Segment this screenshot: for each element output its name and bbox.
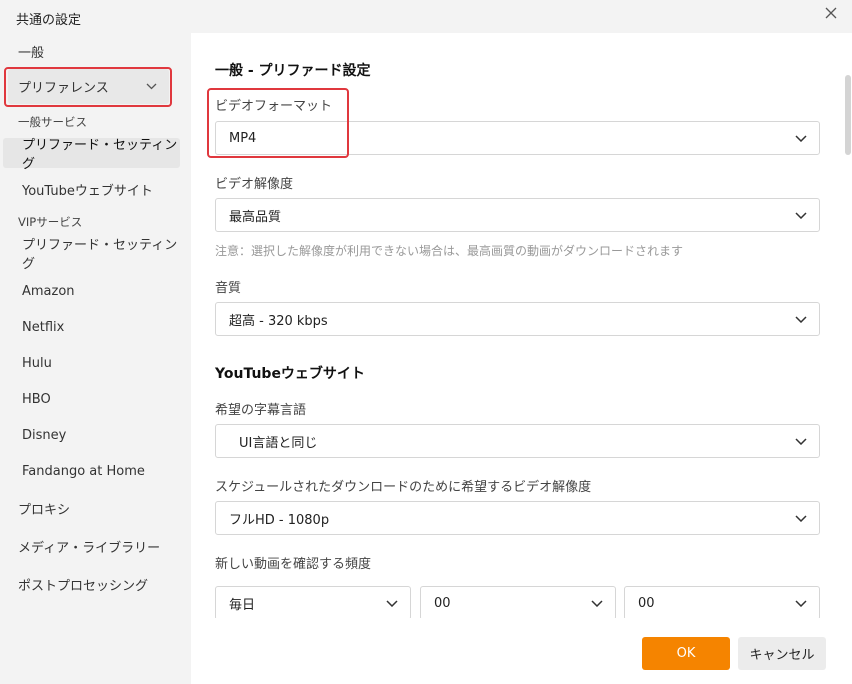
sidebar-item-netflix[interactable]: Netflix [3, 312, 180, 342]
chevron-down-icon [591, 599, 603, 607]
sidebar-item-post-processing[interactable]: ポストプロセッシング [18, 575, 148, 594]
chevron-down-icon [795, 134, 807, 142]
video-format-value: MP4 [229, 130, 257, 146]
section-title-general-preferences: 一般 - プリファード設定 [215, 63, 371, 79]
chevron-down-icon [795, 315, 807, 323]
title-bar: 共通の設定 [0, 0, 852, 33]
sidebar: 一般 プリファレンス 一般サービス プリファード・セッティング YouTubeウ… [0, 33, 191, 684]
close-button[interactable] [818, 2, 844, 24]
chevron-down-icon [795, 437, 807, 445]
sidebar-item-fandango[interactable]: Fandango at Home [3, 456, 180, 486]
sidebar-item-media-library[interactable]: メディア・ライブラリー [18, 537, 160, 556]
sidebar-item-general[interactable]: 一般 [18, 42, 44, 61]
scheduled-resolution-select[interactable]: フルHD - 1080p [215, 501, 820, 535]
sidebar-item-general-preferred-settings[interactable]: プリファード・セッティング [3, 138, 180, 172]
scrollbar[interactable] [844, 33, 852, 618]
scheduled-resolution-value: フルHD - 1080p [229, 512, 330, 528]
chevron-down-icon [146, 83, 157, 90]
sidebar-header-vip-services: VIPサービス [18, 215, 83, 229]
chevron-down-icon [386, 599, 398, 607]
sidebar-header-general-services: 一般サービス [18, 115, 87, 129]
video-resolution-value: 最高品質 [229, 209, 282, 225]
video-resolution-select[interactable]: 最高品質 [215, 198, 820, 232]
sidebar-item-youtube-website[interactable]: YouTubeウェブサイト [3, 174, 180, 204]
chevron-down-icon [795, 514, 807, 522]
frequency-minute-select[interactable]: 00 [624, 586, 820, 618]
resolution-note: 注意：選択した解像度が利用できない場合は、最高画質の動画がダウンロードされます [215, 244, 684, 258]
sidebar-item-vip-preferred-settings[interactable]: プリファード・セッティング [3, 238, 180, 272]
sidebar-group-label: プリファレンス [18, 81, 109, 96]
frequency-period-select[interactable]: 毎日 [215, 586, 411, 618]
cancel-button[interactable]: キャンセル [738, 637, 826, 670]
scrollbar-thumb[interactable] [845, 75, 851, 155]
section-title-youtube: YouTubeウェブサイト [215, 366, 365, 382]
video-resolution-label: ビデオ解像度 [215, 177, 294, 192]
settings-panel: 一般 - プリファード設定 ビデオフォーマット MP4 ビデオ解像度 最高品質 … [191, 33, 844, 618]
sidebar-item-hbo[interactable]: HBO [3, 384, 180, 414]
subtitle-language-label: 希望の字幕言語 [215, 403, 307, 418]
sidebar-item-proxy[interactable]: プロキシ [18, 499, 70, 518]
ok-button[interactable]: OK [642, 637, 730, 670]
video-format-select[interactable]: MP4 [215, 121, 820, 155]
audio-quality-label: 音質 [215, 281, 242, 296]
subtitle-language-value: UI言語と同じ [239, 435, 318, 451]
sidebar-item-hulu[interactable]: Hulu [3, 348, 180, 378]
video-format-label: ビデオフォーマット [215, 99, 333, 114]
close-icon [825, 7, 837, 19]
frequency-hour-select[interactable]: 00 [420, 586, 616, 618]
frequency-minute-value: 00 [638, 595, 655, 611]
sidebar-group-preferences[interactable]: プリファレンス [8, 69, 169, 104]
check-frequency-label: 新しい動画を確認する頻度 [215, 557, 372, 572]
frequency-period-value: 毎日 [229, 597, 256, 613]
sidebar-item-disney[interactable]: Disney [3, 420, 180, 450]
dialog-footer: OK キャンセル [191, 618, 852, 684]
window-title: 共通の設定 [16, 13, 82, 28]
scheduled-resolution-label: スケジュールされたダウンロードのために希望するビデオ解像度 [215, 480, 592, 495]
subtitle-language-select[interactable]: UI言語と同じ [215, 424, 820, 458]
chevron-down-icon [795, 599, 807, 607]
audio-quality-select[interactable]: 超高 - 320 kbps [215, 302, 820, 336]
audio-quality-value: 超高 - 320 kbps [229, 313, 328, 329]
chevron-down-icon [795, 211, 807, 219]
sidebar-item-amazon[interactable]: Amazon [3, 276, 180, 306]
frequency-hour-value: 00 [434, 595, 451, 611]
